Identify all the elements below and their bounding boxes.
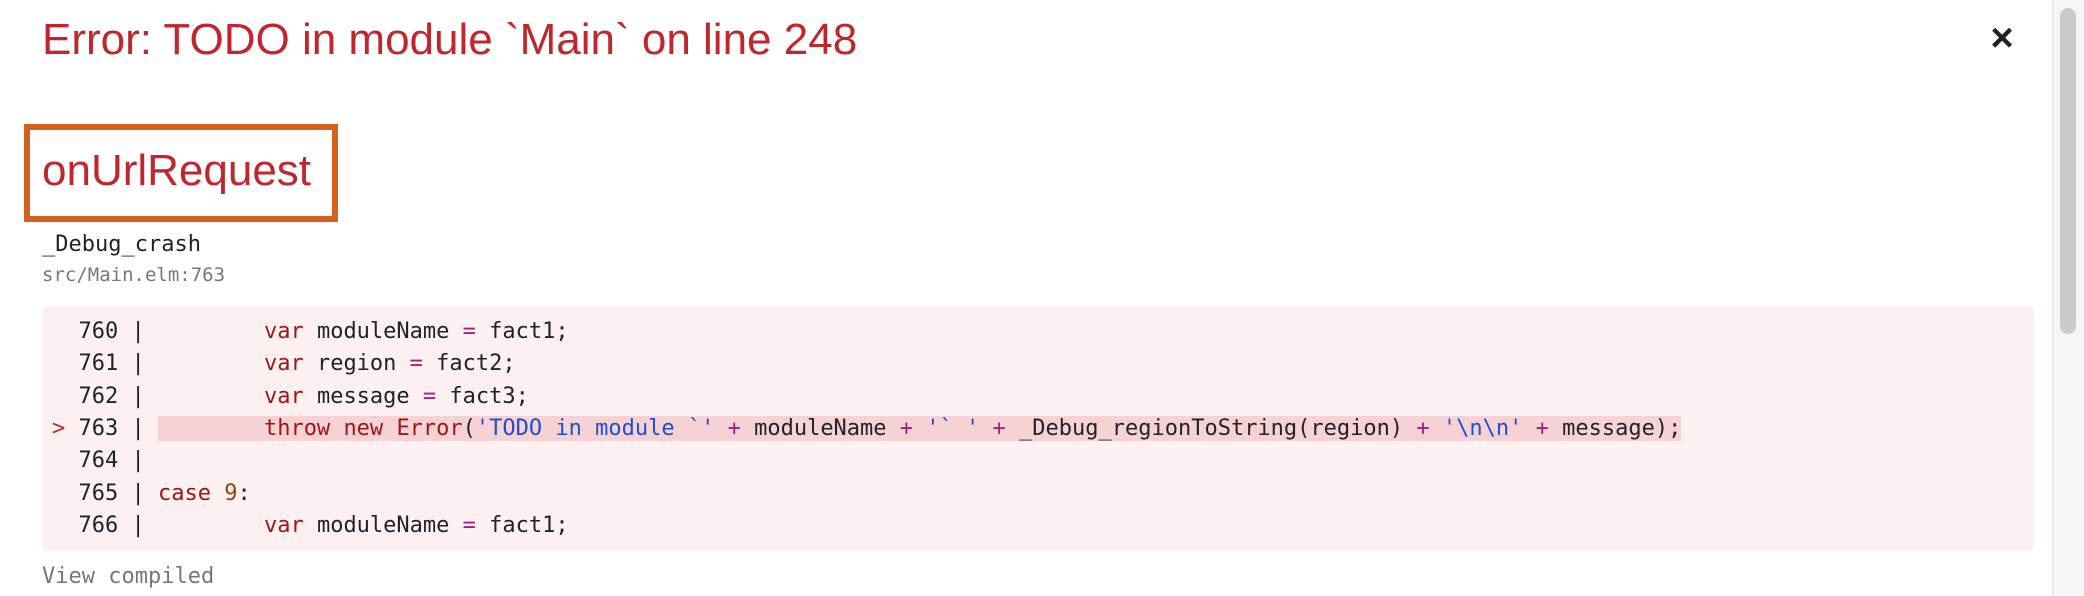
- code-token: +: [899, 415, 914, 441]
- code-token: var: [263, 383, 304, 409]
- scrollbar-thumb[interactable]: [2060, 8, 2076, 334]
- line-number: 762 |: [78, 383, 158, 409]
- line-marker: >: [52, 415, 79, 441]
- code-line: 762 | var message = fact3;: [52, 381, 529, 413]
- code-token: Error: [396, 415, 463, 441]
- line-number: 761 |: [78, 351, 158, 377]
- view-compiled-link[interactable]: View compiled: [42, 562, 214, 592]
- code-token: moduleName: [740, 415, 900, 441]
- code-token: _Debug_regionToString(region): [1005, 415, 1417, 441]
- line-marker: [52, 448, 79, 473]
- line-code: var message = fact3;: [158, 384, 529, 409]
- line-code: var moduleName = fact1;: [158, 319, 569, 344]
- line-code: throw new Error('TODO in module `' + mod…: [157, 415, 1682, 441]
- code-token: '` ': [926, 415, 980, 441]
- line-marker: [52, 319, 79, 344]
- code-token: :: [237, 480, 251, 506]
- code-line: 761 | var region = fact2;: [52, 348, 516, 380]
- line-number: 766 |: [78, 512, 158, 538]
- frame-source-location: src/Main.elm:763: [42, 264, 226, 286]
- frame-internal-name: _Debug_crash: [42, 232, 201, 257]
- code-line: 764 |: [52, 445, 145, 477]
- line-number: 764 |: [78, 448, 145, 474]
- code-token: new: [343, 415, 384, 441]
- code-token: moduleName: [303, 512, 463, 538]
- line-number: 765 |: [78, 480, 158, 506]
- code-token: fact3;: [436, 383, 529, 409]
- line-number: 760 |: [78, 319, 158, 344]
- code-token: moduleName: [303, 319, 463, 344]
- function-name: onUrlRequest: [42, 146, 312, 195]
- code-token: 'TODO in module `': [475, 415, 715, 441]
- code-token: 9: [224, 480, 238, 506]
- code-token: =: [462, 512, 476, 538]
- code-token: =: [422, 383, 437, 409]
- line-code: var moduleName = fact1;: [158, 513, 569, 538]
- line-marker: [52, 513, 79, 538]
- line-code: case 9:: [158, 481, 251, 506]
- code-token: var: [263, 319, 304, 344]
- code-line: 765 | case 9:: [52, 478, 251, 510]
- code-token: var: [263, 351, 304, 377]
- code-token: (: [462, 415, 476, 441]
- code-token: var: [263, 512, 304, 538]
- code-token: =: [409, 351, 423, 377]
- code-token: region: [303, 351, 410, 377]
- code-token: =: [462, 319, 476, 344]
- code-token: fact2;: [422, 351, 516, 377]
- line-marker: [52, 384, 79, 409]
- code-line: 760 | var moduleName = fact1;: [52, 316, 569, 348]
- code-token: case: [157, 480, 211, 506]
- code-line: 766 | var moduleName = fact1;: [52, 510, 569, 542]
- close-icon[interactable]: ×: [1982, 16, 2022, 60]
- code-token: fact1;: [475, 512, 569, 538]
- code-token: message: [303, 383, 423, 409]
- line-marker: [52, 481, 79, 506]
- code-token: throw: [263, 415, 331, 441]
- line-number: 763 |: [78, 415, 158, 441]
- line-marker: [52, 351, 79, 376]
- line-code: var region = fact2;: [158, 351, 516, 376]
- code-token: +: [992, 415, 1006, 441]
- code-token: message);: [1548, 415, 1682, 441]
- error-title: Error: TODO in module `Main` on line 248: [42, 15, 858, 64]
- code-token: fact1;: [475, 319, 569, 344]
- code-line: > 763 | throw new Error('TODO in module …: [52, 413, 1682, 445]
- code-token: +: [1535, 415, 1549, 441]
- code-token: +: [1416, 415, 1430, 441]
- code-token: '\n\n': [1442, 415, 1523, 441]
- code-snippet: 760 | var moduleName = fact1; 761 | var …: [42, 306, 2034, 551]
- code-token: +: [727, 415, 741, 441]
